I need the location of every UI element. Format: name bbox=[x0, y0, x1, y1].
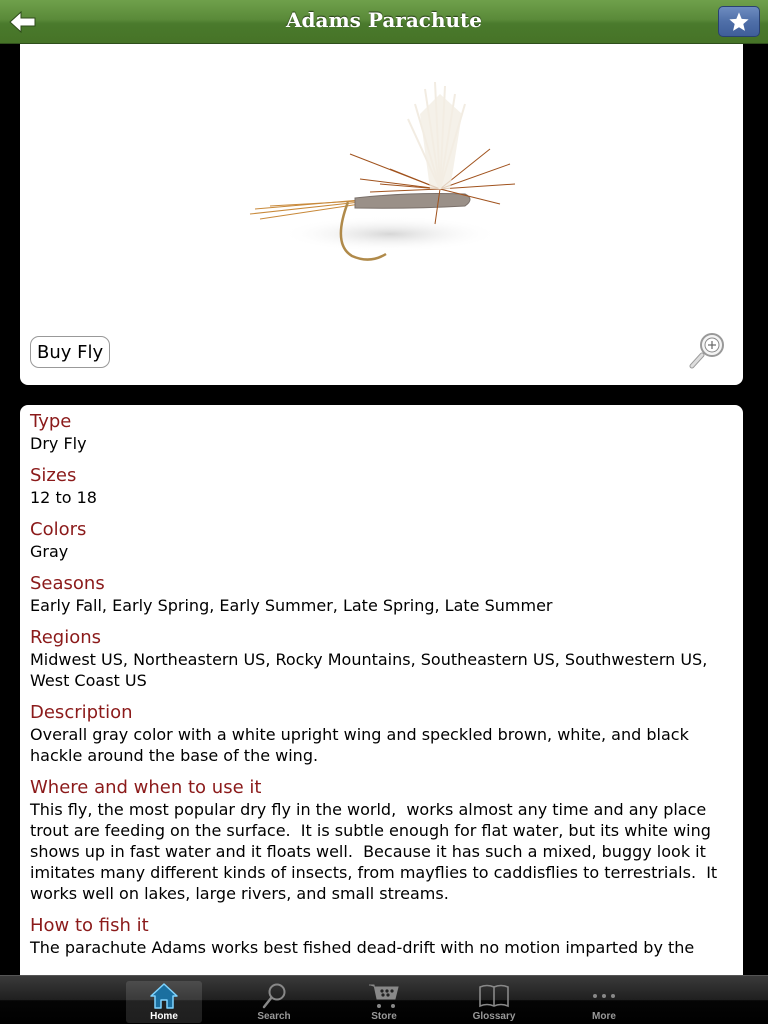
section-title: Seasons bbox=[30, 573, 105, 594]
tab-glossary[interactable]: Glossary bbox=[456, 981, 532, 1023]
tab-label: Store bbox=[371, 1011, 397, 1022]
section-body: This fly, the most popular dry fly in th… bbox=[30, 800, 723, 903]
navigation-bar: Adams Parachute bbox=[0, 0, 768, 44]
section-body: The parachute Adams works best fished de… bbox=[30, 938, 695, 957]
magnifier-plus-icon[interactable] bbox=[688, 330, 728, 370]
detail-regions: Regions Midwest US, Northeastern US, Roc… bbox=[30, 627, 733, 691]
tab-label: Search bbox=[257, 1011, 291, 1022]
section-body: Dry Fly bbox=[30, 434, 87, 453]
section-title: Regions bbox=[30, 627, 101, 648]
search-icon bbox=[262, 983, 286, 1009]
section-body: Midwest US, Northeastern US, Rocky Mount… bbox=[30, 650, 713, 690]
detail-type: Type Dry Fly bbox=[30, 411, 733, 454]
section-title: Where and when to use it bbox=[30, 777, 262, 798]
detail-how-to-fish: How to fish it The parachute Adams works… bbox=[30, 915, 733, 958]
section-body: Overall gray color with a white upright … bbox=[30, 725, 694, 765]
detail-colors: Colors Gray bbox=[30, 519, 733, 562]
buy-fly-button[interactable]: Buy Fly bbox=[30, 336, 111, 368]
section-title: How to fish it bbox=[30, 915, 149, 936]
detail-sizes: Sizes 12 to 18 bbox=[30, 465, 733, 508]
section-body: Gray bbox=[30, 542, 69, 561]
cart-icon bbox=[369, 984, 399, 1008]
section-title: Colors bbox=[30, 519, 87, 540]
fly-image[interactable] bbox=[240, 74, 520, 264]
detail-description: Description Overall gray color with a wh… bbox=[30, 702, 733, 766]
fly-image-card: Buy Fly bbox=[20, 44, 743, 385]
tab-label: Home bbox=[150, 1011, 178, 1022]
section-title: Type bbox=[30, 411, 72, 432]
tab-home[interactable]: Home bbox=[126, 981, 202, 1023]
tab-bar: Home Search Store Glossary More bbox=[0, 975, 768, 1024]
tab-label: More bbox=[592, 1011, 616, 1022]
section-title: Description bbox=[30, 702, 133, 723]
section-title: Sizes bbox=[30, 465, 77, 486]
star-icon bbox=[729, 11, 749, 31]
tab-more[interactable]: More bbox=[566, 981, 642, 1023]
favorite-button[interactable] bbox=[718, 6, 760, 37]
tab-store[interactable]: Store bbox=[346, 981, 422, 1023]
tab-label: Glossary bbox=[472, 1011, 516, 1022]
tab-search[interactable]: Search bbox=[236, 981, 312, 1023]
fly-details-card: Type Dry Fly Sizes 12 to 18 Colors Gray … bbox=[20, 405, 743, 1005]
book-icon bbox=[479, 984, 509, 1008]
detail-seasons: Seasons Early Fall, Early Spring, Early … bbox=[30, 573, 733, 616]
more-dots-icon bbox=[593, 994, 615, 998]
home-icon bbox=[150, 983, 178, 1009]
section-body: 12 to 18 bbox=[30, 488, 97, 507]
detail-where-when: Where and when to use it This fly, the m… bbox=[30, 777, 733, 904]
section-body: Early Fall, Early Spring, Early Summer, … bbox=[30, 596, 553, 615]
page-title: Adams Parachute bbox=[285, 8, 483, 32]
